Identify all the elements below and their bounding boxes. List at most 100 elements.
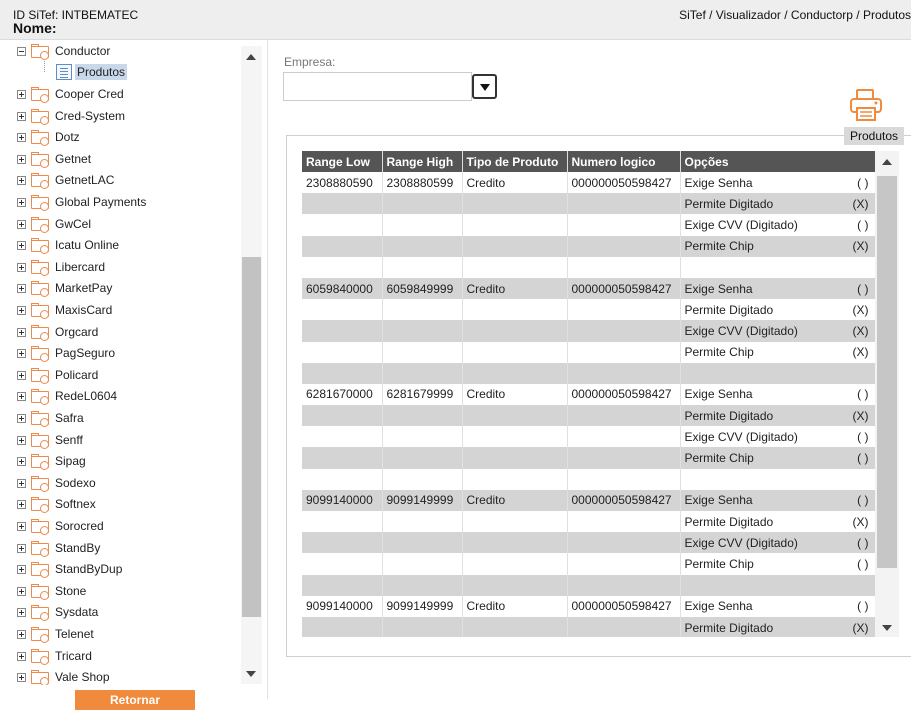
tree-item-cooper-cred[interactable]: Cooper Cred bbox=[17, 84, 126, 104]
table-row[interactable]: Exige CVV (Digitado) (X) bbox=[302, 320, 875, 342]
expand-icon[interactable] bbox=[17, 197, 26, 207]
tree-item-orgcard[interactable]: Orgcard bbox=[17, 322, 100, 342]
table-row[interactable]: Permite Chip ( ) bbox=[302, 553, 875, 575]
expand-icon[interactable] bbox=[17, 391, 26, 401]
table-row[interactable]: 6281670000 6281679999 Credito 0000000505984… bbox=[302, 383, 875, 406]
scroll-up-icon[interactable] bbox=[882, 159, 892, 165]
tree-scroll-thumb[interactable] bbox=[242, 257, 261, 617]
table-row[interactable] bbox=[302, 256, 875, 278]
tree-item-pagseguro[interactable]: PagSeguro bbox=[17, 343, 117, 363]
tree-item-getnet[interactable]: Getnet bbox=[17, 149, 93, 169]
table-row[interactable]: Permite Digitado (X) bbox=[302, 405, 875, 427]
tree-item-vale-shop[interactable]: Vale Shop bbox=[17, 667, 112, 685]
tree-item-conductor[interactable]: Conductor bbox=[17, 41, 112, 61]
expand-icon[interactable] bbox=[17, 262, 26, 272]
expand-icon[interactable] bbox=[17, 478, 26, 488]
produtos-tab[interactable]: Produtos bbox=[844, 127, 904, 145]
expand-icon[interactable] bbox=[17, 543, 26, 553]
expand-icon[interactable] bbox=[17, 305, 26, 315]
col-tipo-produto[interactable]: Tipo de Produto bbox=[462, 151, 568, 172]
tree-item-libercard[interactable]: Libercard bbox=[17, 257, 107, 277]
expand-icon[interactable] bbox=[17, 132, 26, 142]
table-row[interactable]: Permite Digitado (X) bbox=[302, 616, 875, 637]
table-row[interactable]: Permite Chip (X) bbox=[302, 341, 875, 363]
table-row[interactable]: Exige CVV (Digitado) ( ) bbox=[302, 214, 875, 236]
table-row[interactable]: Exige CVV (Digitado) ( ) bbox=[302, 426, 875, 448]
table-row[interactable]: 6059840000 6059849999 Credito 0000000505984… bbox=[302, 277, 875, 300]
table-row[interactable]: 9099140000 9099149999 Credito 0000000505984… bbox=[302, 595, 875, 617]
tree-item-standby[interactable]: StandBy bbox=[17, 538, 102, 558]
table-row[interactable]: Permite Digitado (X) bbox=[302, 511, 875, 533]
tree-item-softnex[interactable]: Softnex bbox=[17, 494, 98, 514]
expand-icon[interactable] bbox=[17, 283, 26, 293]
tree-item-senff[interactable]: Senff bbox=[17, 430, 85, 450]
table-scroll-thumb[interactable] bbox=[877, 176, 897, 568]
tree-item-dotz[interactable]: Dotz bbox=[17, 127, 82, 147]
table-row[interactable]: 2308880590 2308880599 Credito 0000000505984… bbox=[302, 172, 875, 194]
empresa-field[interactable] bbox=[283, 72, 472, 101]
empresa-dropdown-button[interactable] bbox=[472, 74, 497, 99]
expand-icon[interactable] bbox=[17, 327, 26, 337]
tree-item-telenet[interactable]: Telenet bbox=[17, 624, 96, 644]
col-range-high[interactable]: Range High bbox=[382, 151, 463, 172]
tree-item-sysdata[interactable]: Sysdata bbox=[17, 602, 100, 622]
tree-item-sodexo[interactable]: Sodexo bbox=[17, 473, 98, 493]
tree-item-maxiscard[interactable]: MaxisCard bbox=[17, 300, 114, 320]
expand-icon[interactable] bbox=[17, 89, 26, 99]
tree-item-sorocred[interactable]: Sorocred bbox=[17, 516, 106, 536]
expand-icon[interactable] bbox=[17, 240, 26, 250]
expand-icon[interactable] bbox=[17, 175, 26, 185]
tree-item-icatu-online[interactable]: Icatu Online bbox=[17, 235, 121, 255]
expand-icon[interactable] bbox=[17, 435, 26, 445]
scroll-down-icon[interactable] bbox=[882, 625, 892, 631]
table-row[interactable] bbox=[302, 468, 875, 490]
expand-icon[interactable] bbox=[17, 564, 26, 574]
table-row[interactable] bbox=[302, 574, 875, 596]
table-row[interactable]: Permite Digitado (X) bbox=[302, 299, 875, 321]
col-opcoes[interactable]: Opções bbox=[680, 151, 875, 172]
expand-icon[interactable] bbox=[17, 154, 26, 164]
expand-icon[interactable] bbox=[17, 413, 26, 423]
col-numero-logico[interactable]: Numero logico bbox=[567, 151, 681, 172]
expand-icon[interactable] bbox=[17, 586, 26, 596]
tree-item-safra[interactable]: Safra bbox=[17, 408, 86, 428]
tree-item-policard[interactable]: Policard bbox=[17, 365, 100, 385]
tree-item-sipag[interactable]: Sipag bbox=[17, 451, 88, 471]
tree-scrollbar[interactable] bbox=[241, 46, 262, 684]
tree-item-stone[interactable]: Stone bbox=[17, 581, 88, 601]
expand-icon[interactable] bbox=[17, 370, 26, 380]
table-row[interactable]: 9099140000 9099149999 Credito 0000000505984… bbox=[302, 489, 875, 511]
expand-icon[interactable] bbox=[17, 607, 26, 617]
table-row[interactable]: Permite Digitado (X) bbox=[302, 193, 875, 215]
expand-icon[interactable] bbox=[17, 456, 26, 466]
tree-item-standbydup[interactable]: StandByDup bbox=[17, 559, 124, 579]
tree-item-produtos[interactable]: Produtos bbox=[56, 62, 128, 82]
table-row[interactable] bbox=[302, 362, 875, 384]
tree-item-marketpay[interactable]: MarketPay bbox=[17, 278, 114, 298]
expand-icon[interactable] bbox=[17, 651, 26, 661]
printer-icon[interactable] bbox=[848, 87, 884, 123]
table-row[interactable]: Permite Chip ( ) bbox=[302, 447, 875, 469]
expand-icon[interactable] bbox=[17, 521, 26, 531]
expand-icon[interactable] bbox=[17, 499, 26, 509]
expand-icon[interactable] bbox=[17, 111, 26, 121]
expand-icon[interactable] bbox=[17, 348, 26, 358]
expand-icon[interactable] bbox=[17, 672, 26, 682]
table-row[interactable]: Permite Chip (X) bbox=[302, 235, 875, 257]
tree-item-getnetlac[interactable]: GetnetLAC bbox=[17, 170, 116, 190]
scroll-up-icon[interactable] bbox=[246, 54, 256, 60]
scroll-down-icon[interactable] bbox=[246, 671, 256, 677]
collapse-icon[interactable] bbox=[17, 46, 26, 56]
tree-item-cred-system[interactable]: Cred-System bbox=[17, 106, 127, 126]
tree-item-label: StandBy bbox=[55, 541, 101, 555]
tree-item-gwcel[interactable]: GwCel bbox=[17, 214, 93, 234]
col-range-low[interactable]: Range Low bbox=[302, 151, 383, 172]
expand-icon[interactable] bbox=[17, 629, 26, 639]
expand-icon[interactable] bbox=[17, 219, 26, 229]
table-scrollbar[interactable] bbox=[875, 151, 899, 637]
table-row[interactable]: Exige CVV (Digitado) ( ) bbox=[302, 532, 875, 554]
tree-item-redel0604[interactable]: RedeL0604 bbox=[17, 386, 119, 406]
tree-item-tricard[interactable]: Tricard bbox=[17, 646, 94, 666]
retornar-button[interactable]: Retornar bbox=[75, 690, 195, 710]
tree-item-global-payments[interactable]: Global Payments bbox=[17, 192, 148, 212]
